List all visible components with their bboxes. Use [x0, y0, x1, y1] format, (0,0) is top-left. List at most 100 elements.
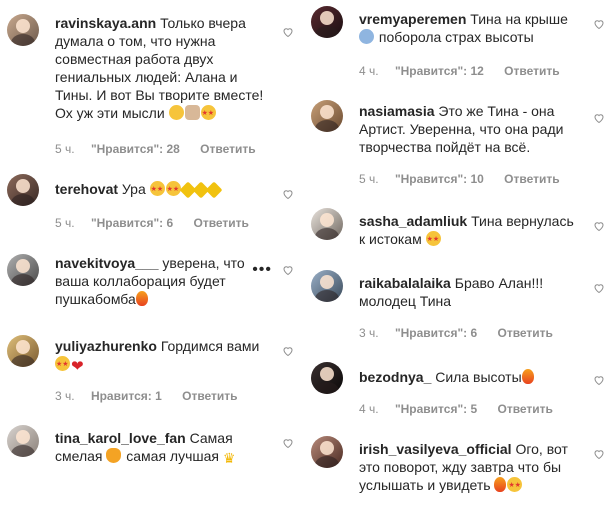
comment-body: irish_vasilyeva_official Ого, вот это по… [359, 440, 581, 495]
comment-body: nasiamasia Это же Тина - она Артист. Уве… [359, 102, 581, 156]
heart-outline-icon[interactable] [593, 220, 605, 232]
heart-outline-icon[interactable] [282, 188, 294, 200]
comment-text: молодец Тина [359, 293, 452, 309]
comment-likes[interactable]: Нравится: 1 [91, 389, 162, 403]
avatar[interactable] [311, 270, 343, 302]
comment-username[interactable]: nasiamasia [359, 103, 435, 119]
screaming-face-emoji [359, 29, 374, 44]
comment-text: услышать и увидеть [359, 477, 491, 493]
comment-text: Тины. И вот Вы творите вместе! [55, 87, 264, 103]
comment-text: смелая [55, 448, 103, 464]
comment-time[interactable]: 4 ч. [359, 64, 379, 78]
comment-likes[interactable]: "Нравится": 6 [395, 326, 477, 340]
avatar[interactable] [7, 254, 39, 286]
comment-username[interactable]: irish_vasilyeva_official [359, 441, 512, 457]
comment-text: Браво Алан!!! [454, 275, 544, 291]
heart-outline-icon[interactable] [282, 264, 294, 276]
heart-outline-icon[interactable] [282, 345, 294, 357]
comment-likes[interactable]: "Нравится": 10 [395, 172, 484, 186]
comment-body: bezodnya_ Сила высоты [359, 368, 581, 386]
reply-button[interactable]: Ответить [504, 64, 559, 78]
reply-button[interactable]: Ответить [182, 389, 237, 403]
comment-meta: 5 ч. "Нравится": 6 Ответить [55, 216, 262, 230]
comment-username[interactable]: yuliyazhurenko [55, 338, 157, 354]
comment-meta: 3 ч. Нравится: 1 Ответить [55, 389, 251, 403]
comment-body: yuliyazhurenko Гордимся вами ❤ [55, 337, 270, 374]
comment-time[interactable]: 5 ч. [55, 216, 75, 230]
comment-text: Гордимся вами [160, 338, 260, 354]
comment-body: terehovat Ура [55, 180, 270, 199]
comment-text: это поворот, жду завтра что бы [359, 459, 562, 475]
comment-username[interactable]: ravinskaya.ann [55, 15, 156, 31]
comment-text: уверена, что [162, 255, 245, 271]
comment-username[interactable]: raikabalalaika [359, 275, 451, 291]
avatar[interactable] [311, 436, 343, 468]
heart-outline-icon[interactable] [282, 437, 294, 449]
comment-likes[interactable]: "Нравится": 12 [395, 64, 484, 78]
comment-text: Самая [189, 430, 233, 446]
heart-eyes-cat-emoji [106, 448, 122, 463]
comment-time[interactable]: 3 ч. [359, 326, 379, 340]
comment-body: sasha_adamliuk Тина вернулась к истокам [359, 212, 581, 249]
avatar[interactable] [7, 425, 39, 457]
comment-text: поборола страх высоты [378, 29, 534, 45]
comment-body: navekitvoya___ уверена, что ваша коллабо… [55, 254, 254, 308]
comment-text: Это же Тина - она [438, 103, 555, 119]
heart-outline-icon[interactable] [593, 282, 605, 294]
comment-text: Тина на крыше [470, 11, 568, 27]
comment-likes[interactable]: "Нравится": 5 [395, 402, 477, 416]
comment-time[interactable]: 4 ч. [359, 402, 379, 416]
comment-text: творчества пойдёт на всё. [359, 139, 531, 155]
heart-outline-icon[interactable] [593, 448, 605, 460]
comment-meta: 5 ч. "Нравится": 28 Ответить [55, 142, 269, 156]
comment-time[interactable]: 5 ч. [55, 142, 75, 156]
comment-username[interactable]: bezodnya_ [359, 369, 431, 385]
comment-meta: 5 ч. "Нравится": 10 Ответить [359, 172, 573, 186]
comment-time[interactable]: 3 ч. [55, 389, 75, 403]
comment-text: пушкабомба [55, 291, 136, 307]
comment-text: Артист. Уверенна, что она ради [359, 121, 564, 137]
comment-likes[interactable]: "Нравится": 6 [91, 216, 173, 230]
comment-likes[interactable]: "Нравится": 28 [91, 142, 180, 156]
winking-face-emoji [168, 105, 184, 120]
reply-button[interactable]: Ответить [193, 216, 248, 230]
comment-text: гениальных людей: Алана и [55, 69, 238, 85]
comment-username[interactable]: tina_karol_love_fan [55, 430, 186, 446]
star-struck-emoji [425, 231, 441, 249]
comment-text: Только вчера [160, 15, 246, 31]
comment-time[interactable]: 5 ч. [359, 172, 379, 186]
red-heart-emoji: ❤ [71, 358, 84, 375]
comment-text: думала о том, что нужна [55, 33, 216, 49]
more-options-icon[interactable]: ••• [252, 262, 272, 278]
avatar[interactable] [311, 6, 343, 38]
praying-hands-emoji [184, 105, 200, 120]
reply-button[interactable]: Ответить [504, 172, 559, 186]
comment-text: Ого, вот [515, 441, 568, 457]
comment-text: ваша коллаборация будет [55, 273, 226, 289]
comment-meta: 4 ч. "Нравится": 12 Ответить [359, 64, 573, 78]
comment-text: к истокам [359, 231, 422, 247]
reply-button[interactable]: Ответить [200, 142, 255, 156]
avatar[interactable] [311, 100, 343, 132]
fire-emoji [494, 477, 507, 492]
avatar[interactable] [7, 14, 39, 46]
star-struck-emoji [507, 477, 523, 495]
reply-button[interactable]: Ответить [497, 326, 552, 340]
heart-outline-icon[interactable] [593, 112, 605, 124]
comment-username[interactable]: sasha_adamliuk [359, 213, 467, 229]
comment-username[interactable]: vremyaperemen [359, 11, 466, 27]
avatar[interactable] [7, 335, 39, 367]
heart-outline-icon[interactable] [593, 18, 605, 30]
avatar[interactable] [7, 174, 39, 206]
comment-username[interactable]: terehovat [55, 181, 118, 197]
fire-emoji [135, 291, 148, 306]
avatar[interactable] [311, 362, 343, 394]
avatar[interactable] [311, 208, 343, 240]
reply-button[interactable]: Ответить [497, 402, 552, 416]
comment-body: tina_karol_love_fan Самая смелая самая л… [55, 429, 270, 465]
heart-outline-icon[interactable] [282, 26, 294, 38]
heart-outline-icon[interactable] [593, 374, 605, 386]
comment-meta: 4 ч. "Нравится": 5 Ответить [359, 402, 566, 416]
fire-emoji [521, 369, 534, 384]
comment-username[interactable]: navekitvoya___ [55, 255, 159, 271]
